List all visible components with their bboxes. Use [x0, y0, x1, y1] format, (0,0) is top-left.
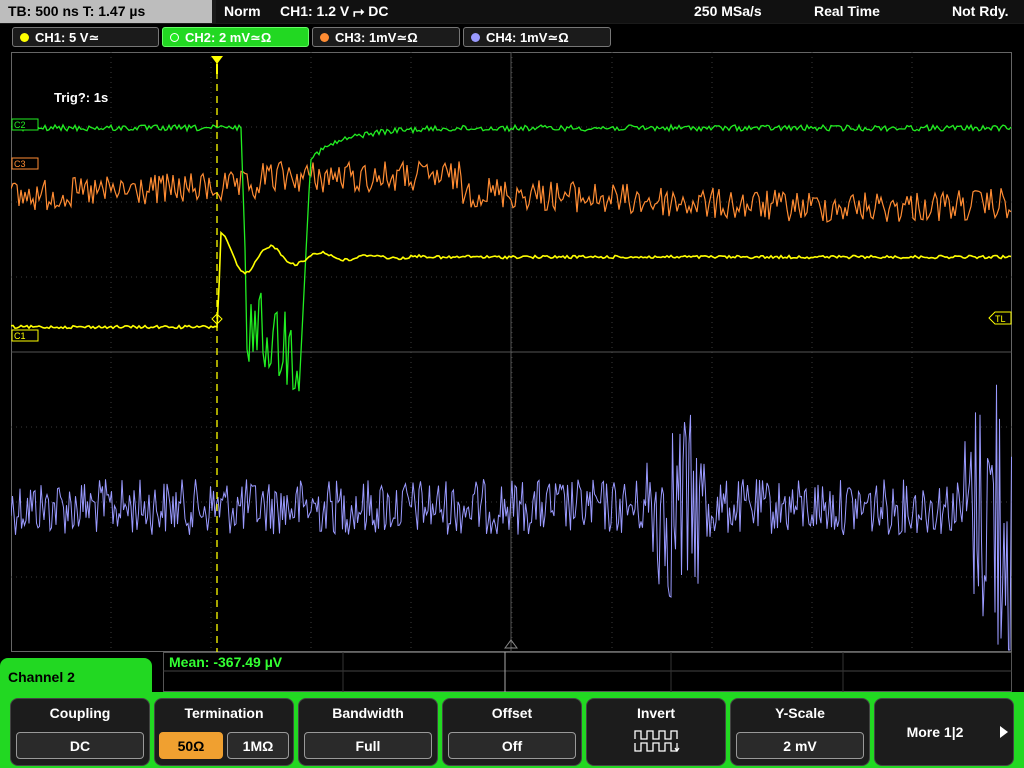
measurement-grid [163, 652, 1012, 692]
invert-waveform-icon [634, 730, 680, 753]
ch1-color-dot [20, 33, 29, 42]
menu-title: Channel 2 [8, 669, 75, 685]
coupling-title: Coupling [49, 705, 111, 721]
svg-text:TL: TL [995, 314, 1006, 324]
offset-title: Offset [491, 705, 533, 721]
ch2-level-marker[interactable]: C2 [11, 118, 39, 131]
waveform-display[interactable]: Trig?: 1s C2 C3 C1 TL [11, 52, 1012, 652]
ch3-color-dot [320, 33, 329, 42]
channel-tab-ch2[interactable]: CH2: 2 mV≃Ω [162, 27, 309, 47]
channel-tab-ch3[interactable]: CH3: 1mV≃Ω [312, 27, 460, 47]
sample-rate[interactable]: 250 MSa/s [694, 0, 762, 23]
bandwidth-title: Bandwidth [332, 705, 404, 721]
next-page-arrow-icon [1000, 726, 1008, 738]
svg-text:C2: C2 [14, 120, 26, 130]
offset-value[interactable]: Off [448, 732, 576, 759]
yscale-softkey[interactable]: Y-Scale 2 mV [730, 698, 870, 766]
channel-tab-ch1[interactable]: CH1: 5 V≃ [12, 27, 159, 47]
bandwidth-softkey[interactable]: Bandwidth Full [298, 698, 438, 766]
offset-softkey[interactable]: Offset Off [442, 698, 582, 766]
trigger-mode[interactable]: Norm [224, 0, 261, 23]
svg-text:C3: C3 [14, 159, 26, 169]
graticule [11, 52, 1012, 652]
ch3-level-marker[interactable]: C3 [11, 157, 39, 170]
invert-softkey[interactable]: Invert [586, 698, 726, 766]
trigger-annotation: Trig?: 1s [54, 90, 108, 105]
trigger-info[interactable]: CH1: 1.2 V ⮣ DC [280, 0, 388, 23]
more-softkey[interactable]: More 1|2 [874, 698, 1014, 766]
termination-title: Termination [184, 705, 264, 721]
ch2-color-dot [170, 33, 179, 42]
trigger-position-marker-icon[interactable] [211, 56, 223, 64]
invert-title: Invert [636, 705, 676, 721]
termination-50ohm-option[interactable]: 50Ω [159, 732, 223, 759]
acquisition-status-row: Norm CH1: 1.2 V ⮣ DC 250 MSa/s Real Time… [216, 0, 1024, 23]
ch1-level-marker[interactable]: C1 [11, 329, 39, 342]
channel-tab-label: CH1: 5 V≃ [35, 30, 100, 45]
acquisition-mode[interactable]: Real Time [814, 0, 880, 23]
coupling-softkey[interactable]: Coupling DC [10, 698, 150, 766]
channel-tab-label: CH4: 1mV≃Ω [486, 30, 569, 45]
termination-1mohm-option[interactable]: 1MΩ [227, 732, 289, 759]
ch4-color-dot [471, 33, 480, 42]
timebase-readout[interactable]: TB: 500 ns T: 1.47 µs [0, 0, 212, 23]
yscale-value[interactable]: 2 mV [736, 732, 864, 759]
mean-measurement[interactable]: Mean: -367.49 µV [169, 654, 282, 670]
run-state[interactable]: Not Rdy. [952, 0, 1009, 23]
bandwidth-value[interactable]: Full [304, 732, 432, 759]
trigger-level-marker[interactable]: TL [988, 311, 1012, 325]
svg-text:C1: C1 [14, 331, 26, 341]
channel-tabs: CH1: 5 V≃ CH2: 2 mV≃Ω CH3: 1mV≃Ω CH4: 1m… [0, 26, 1024, 48]
termination-softkey[interactable]: Termination 50Ω 1MΩ [154, 698, 294, 766]
channel-tab-label: CH2: 2 mV≃Ω [185, 30, 272, 45]
channel-tab-label: CH3: 1mV≃Ω [335, 30, 418, 45]
more-label: More 1|2 [906, 724, 964, 740]
coupling-value[interactable]: DC [16, 732, 144, 759]
yscale-title: Y-Scale [775, 705, 825, 721]
channel-tab-ch4[interactable]: CH4: 1mV≃Ω [463, 27, 611, 47]
